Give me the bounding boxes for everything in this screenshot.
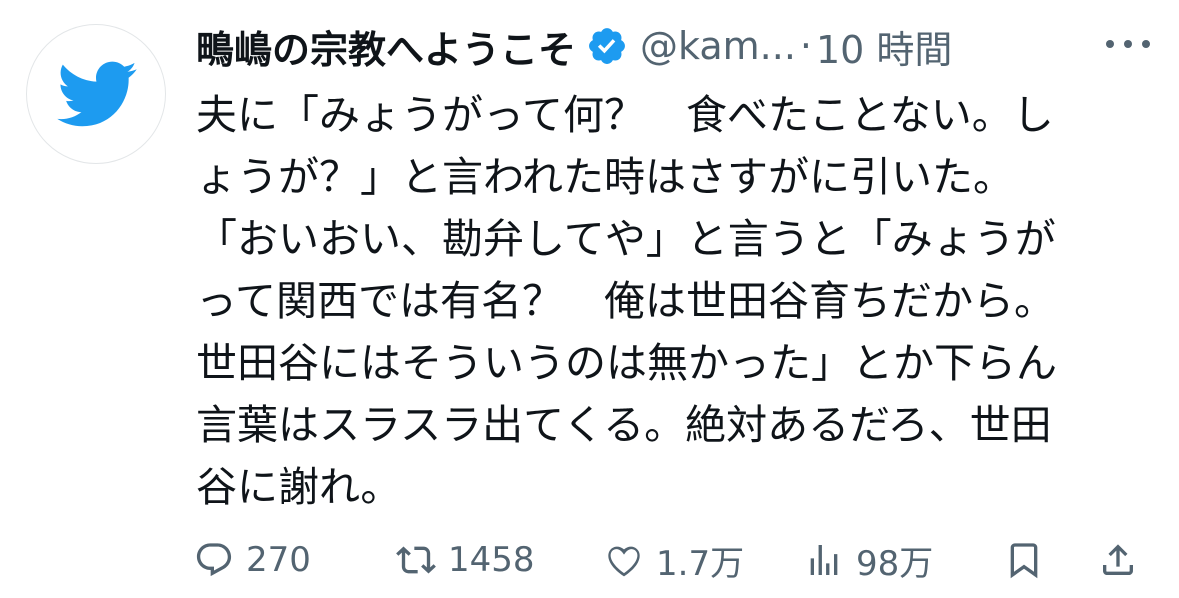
timestamp[interactable]: 10 時間 — [816, 19, 952, 74]
display-name[interactable]: 鴫嶋の宗教へようこそ — [196, 19, 576, 74]
reply-count: 270 — [246, 540, 311, 580]
like-icon — [608, 546, 640, 577]
view-count: 98万 — [856, 543, 934, 584]
retweet-button[interactable]: 1458 — [396, 530, 535, 590]
reply-icon — [196, 543, 232, 577]
tweet-text-line: 「おいおい、勘弁してや」と言うと「みょうが — [196, 215, 1056, 263]
action-bar: 270 1458 1.7万 98万 — [190, 530, 1150, 590]
bookmark-icon — [1010, 543, 1038, 579]
separator-dot: · — [799, 24, 812, 68]
tweet-text: 夫に「みょうがって何？ 食べたことない。し ょうが？」と言われた時はさすがに引い… — [196, 84, 1146, 518]
handle[interactable]: @kam... — [640, 24, 796, 68]
more-icon[interactable] — [1100, 26, 1156, 62]
retweet-count: 1458 — [448, 540, 535, 580]
tweet-text-line: ょうが？」と言われた時はさすがに引いた。 — [196, 153, 1014, 201]
share-button[interactable] — [1098, 530, 1138, 590]
tweet-text-line: 言葉はスラスラ出てくる。絶対あるだろ、世田 — [196, 401, 1052, 449]
tweet-text-line: 夫に「みょうがって何？ 食べたことない。し — [196, 91, 1054, 139]
twitter-bird-icon — [57, 61, 137, 127]
views-button[interactable]: 98万 — [804, 530, 933, 590]
retweet-icon — [396, 546, 436, 574]
reply-button[interactable]: 270 — [194, 530, 311, 590]
like-count: 1.7万 — [656, 543, 745, 584]
share-icon — [1103, 544, 1133, 575]
tweet-text-line: って関西では有名？ 俺は世田谷育ちだから。 — [196, 277, 1055, 325]
like-button[interactable]: 1.7万 — [604, 530, 744, 590]
avatar[interactable] — [26, 24, 166, 164]
verified-badge-icon — [586, 25, 628, 67]
tweet-text-line: 谷に謝れ。 — [196, 463, 402, 511]
tweet-header: 鴫嶋の宗教へようこそ @kam... · 10 時間 — [196, 14, 1156, 78]
tweet-text-line: 世田谷にはそういうのは無かった」とか下らん — [196, 339, 1057, 387]
bookmark-button[interactable] — [1004, 530, 1044, 590]
views-icon — [810, 545, 838, 575]
